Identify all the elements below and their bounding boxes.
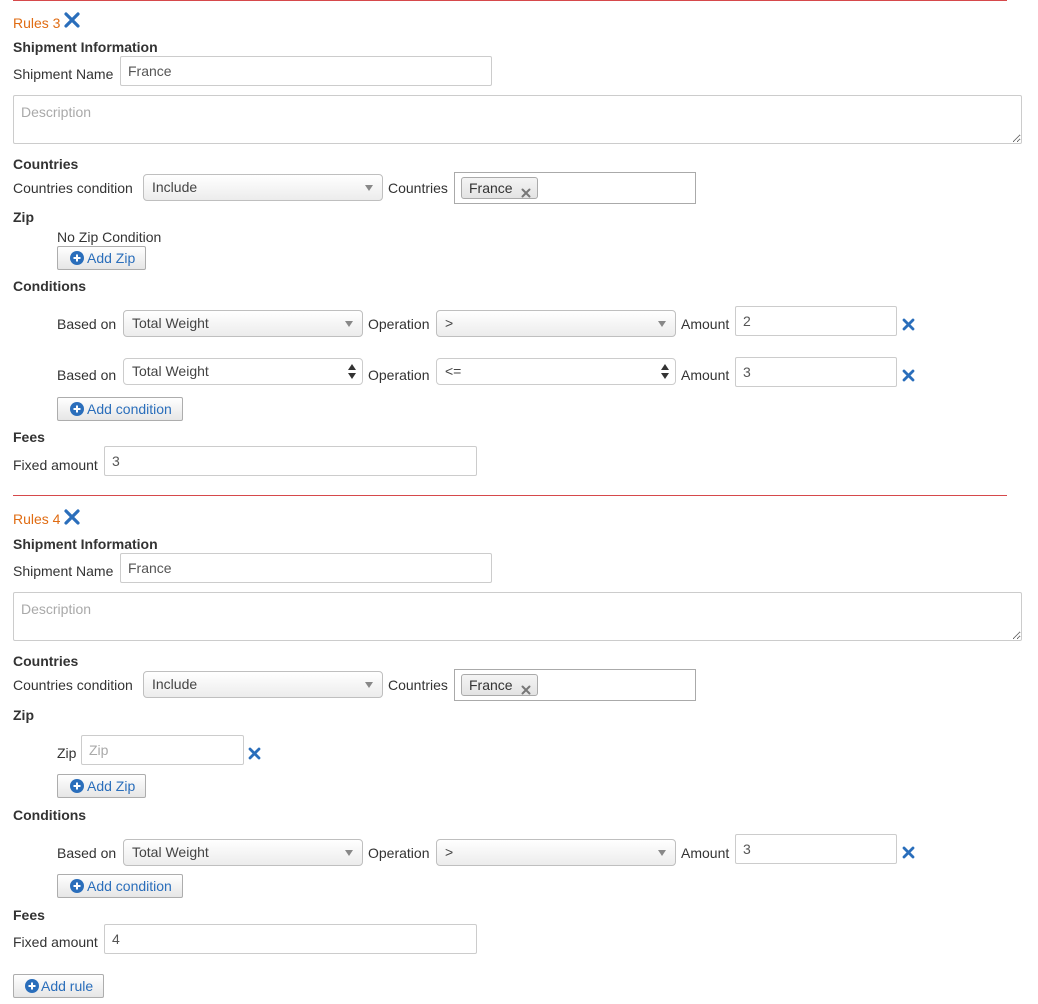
amount-input[interactable]: [735, 357, 897, 387]
countries-multiselect[interactable]: France: [454, 172, 696, 204]
based-on-select[interactable]: Total Weight: [123, 310, 363, 337]
shipment-information-heading: Shipment Information: [13, 536, 158, 552]
remove-condition-close-icon[interactable]: [902, 369, 915, 382]
chevron-down-icon: [658, 850, 666, 856]
conditions-heading: Conditions: [13, 278, 87, 294]
operation-value: >: [445, 315, 454, 331]
remove-rule-close-icon[interactable]: [64, 509, 80, 525]
based-on-label: Based on: [57, 367, 117, 383]
add-rule-label: Add rule: [41, 978, 94, 994]
operation-label: Operation: [368, 367, 430, 383]
rule-divider: [13, 0, 1007, 1]
plus-circle-icon: [25, 979, 39, 993]
plus-circle-icon: [70, 879, 84, 893]
up-down-arrows-icon: [661, 364, 669, 379]
add-condition-button[interactable]: Add condition: [57, 397, 183, 421]
chevron-down-icon: [658, 321, 666, 327]
country-tag-label: France: [469, 677, 513, 693]
zip-label: Zip: [57, 745, 77, 761]
description-textarea[interactable]: [13, 592, 1022, 641]
operation-select[interactable]: >: [436, 839, 676, 866]
countries-multiselect[interactable]: France: [454, 669, 696, 701]
no-zip-text: No Zip Condition: [57, 229, 162, 245]
add-zip-button[interactable]: Add Zip: [57, 774, 147, 798]
tag-close-icon[interactable]: [521, 183, 531, 198]
based-on-value: Total Weight: [132, 844, 209, 860]
countries-condition-label: Countries condition: [13, 677, 133, 693]
operation-select[interactable]: >: [436, 310, 676, 337]
country-tag: France: [461, 177, 538, 199]
zip-heading: Zip: [13, 707, 34, 723]
zip-heading: Zip: [13, 209, 34, 225]
countries-heading: Countries: [13, 653, 79, 669]
operation-value: <=: [445, 363, 462, 379]
rule-divider: [13, 495, 1007, 496]
amount-label: Amount: [681, 845, 730, 861]
add-rule-button[interactable]: Add rule: [13, 974, 105, 998]
operation-label: Operation: [368, 316, 430, 332]
plus-circle-icon: [70, 251, 84, 265]
shipment-name-label: Shipment Name: [13, 66, 114, 82]
up-down-arrows-icon: [348, 364, 356, 379]
remove-zip-close-icon[interactable]: [248, 747, 261, 760]
operation-value: >: [445, 844, 454, 860]
countries-label: Countries: [388, 677, 448, 693]
chevron-down-icon: [365, 185, 373, 191]
remove-rule-close-icon[interactable]: [64, 12, 80, 28]
countries-condition-value: Include: [152, 676, 198, 692]
rule-title: Rules 4: [13, 511, 61, 527]
based-on-value: Total Weight: [132, 363, 209, 379]
amount-input[interactable]: [735, 834, 897, 864]
based-on-value: Total Weight: [132, 315, 209, 331]
add-zip-label: Add Zip: [87, 778, 136, 794]
zip-input[interactable]: [81, 735, 244, 765]
fixed-amount-label: Fixed amount: [13, 457, 98, 473]
shipment-name-input[interactable]: [120, 553, 492, 583]
rule-title: Rules 3: [13, 15, 61, 31]
conditions-heading: Conditions: [13, 807, 87, 823]
chevron-down-icon: [345, 321, 353, 327]
shipment-name-label: Shipment Name: [13, 563, 114, 579]
chevron-down-icon: [345, 850, 353, 856]
fixed-amount-input[interactable]: [104, 446, 477, 476]
add-condition-label: Add condition: [87, 401, 172, 417]
amount-label: Amount: [681, 367, 730, 383]
based-on-label: Based on: [57, 316, 117, 332]
operation-select[interactable]: <=: [436, 358, 676, 385]
plus-circle-icon: [70, 779, 84, 793]
based-on-select[interactable]: Total Weight: [123, 358, 363, 385]
amount-input[interactable]: [735, 306, 897, 336]
based-on-label: Based on: [57, 845, 117, 861]
shipment-name-input[interactable]: [120, 56, 492, 86]
fixed-amount-label: Fixed amount: [13, 934, 98, 950]
countries-condition-label: Countries condition: [13, 180, 133, 196]
amount-label: Amount: [681, 316, 730, 332]
remove-condition-close-icon[interactable]: [902, 846, 915, 859]
add-zip-button[interactable]: Add Zip: [57, 246, 147, 270]
country-tag-label: France: [469, 180, 513, 196]
operation-label: Operation: [368, 845, 430, 861]
fixed-amount-input[interactable]: [104, 924, 477, 954]
plus-circle-icon: [70, 402, 84, 416]
countries-label: Countries: [388, 180, 448, 196]
add-condition-button[interactable]: Add condition: [57, 874, 183, 898]
country-tag: France: [461, 674, 538, 696]
countries-condition-select[interactable]: Include: [143, 671, 383, 698]
remove-condition-close-icon[interactable]: [902, 318, 915, 331]
shipment-information-heading: Shipment Information: [13, 39, 158, 55]
fees-heading: Fees: [13, 907, 45, 923]
tag-close-icon[interactable]: [521, 680, 531, 695]
add-condition-label: Add condition: [87, 878, 172, 894]
description-textarea[interactable]: [13, 95, 1022, 144]
chevron-down-icon: [365, 682, 373, 688]
add-zip-label: Add Zip: [87, 250, 136, 266]
countries-condition-select[interactable]: Include: [143, 174, 383, 201]
countries-heading: Countries: [13, 156, 79, 172]
countries-condition-value: Include: [152, 179, 198, 195]
based-on-select[interactable]: Total Weight: [123, 839, 363, 866]
fees-heading: Fees: [13, 429, 45, 445]
